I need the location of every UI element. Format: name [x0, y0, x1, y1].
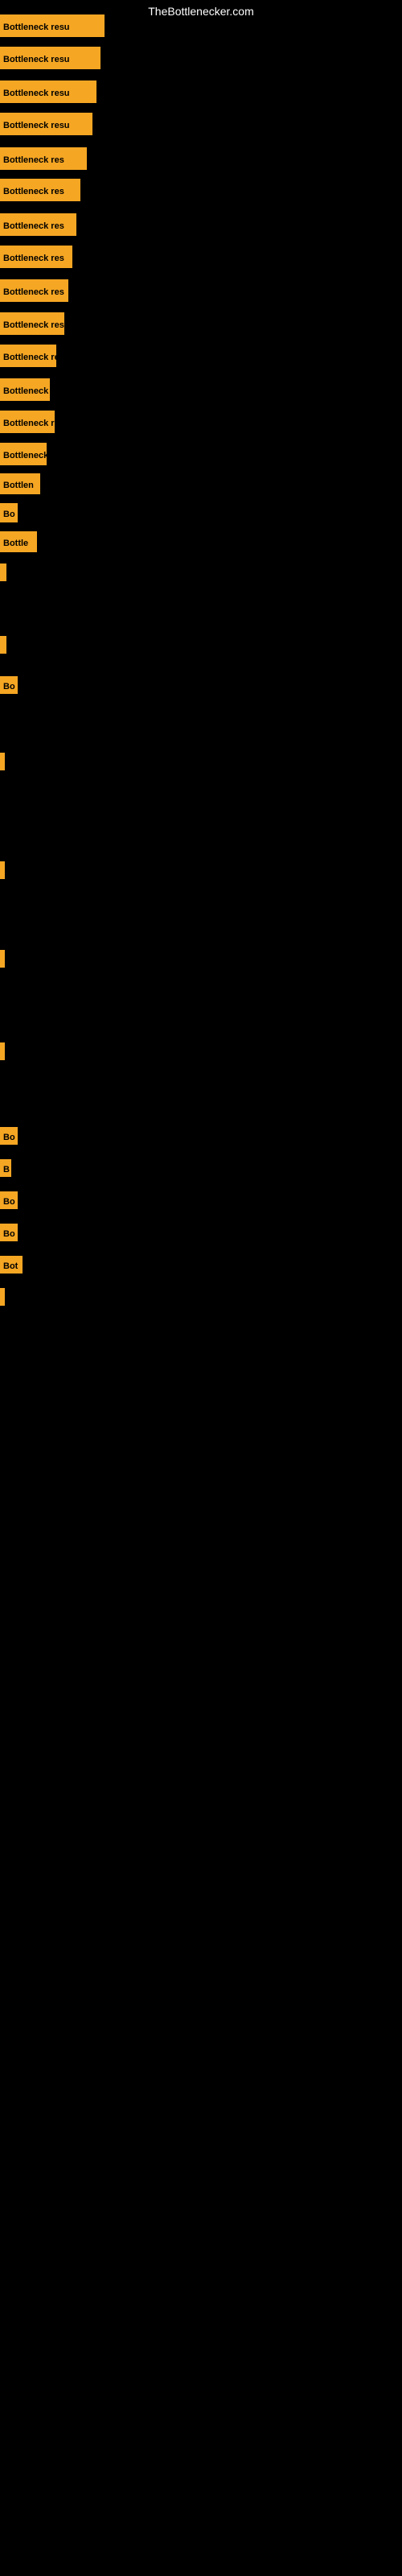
bar-item: Bottleneck resu — [0, 113, 92, 135]
bar-line — [0, 753, 5, 770]
bar-label: Bottleneck res — [0, 312, 64, 335]
bar-item — [0, 1042, 5, 1060]
bar-label: Bottleneck resu — [0, 113, 92, 135]
bar-label: Bottle — [0, 531, 37, 552]
bar-label: Bot — [0, 1256, 23, 1274]
bar-label: Bottleneck res — [0, 179, 80, 201]
bar-item: Bottleneck res — [0, 312, 64, 335]
bar-item: Bottlen — [0, 473, 40, 494]
bar-item: Bo — [0, 1191, 18, 1209]
bar-item: Bo — [0, 676, 18, 694]
bar-label: Bo — [0, 1191, 18, 1209]
bar-item: B — [0, 1159, 11, 1177]
bar-item: Bottleneck res — [0, 147, 87, 170]
bar-label: Bottleneck res — [0, 213, 76, 236]
bar-item — [0, 564, 6, 581]
bar-label: Bottleneck resu — [0, 47, 100, 69]
bar-item: Bottleneck res — [0, 246, 72, 268]
bar-label: Bottleneck resu — [0, 80, 96, 103]
bar-item — [0, 636, 6, 654]
bar-label: B — [0, 1159, 11, 1177]
bar-item: Bo — [0, 503, 18, 522]
bar-item: Bottleneck res — [0, 213, 76, 236]
bar-line — [0, 1288, 5, 1306]
bar-label: Bottlen — [0, 473, 40, 494]
bar-item: Bottleneck re — [0, 411, 55, 433]
bar-label: Bo — [0, 1127, 18, 1145]
bar-item: Bo — [0, 1127, 18, 1145]
bar-item: Bottleneck r — [0, 378, 50, 401]
bar-line — [0, 861, 5, 879]
bar-label: Bottleneck res — [0, 147, 87, 170]
bar-item: Bottleneck resu — [0, 47, 100, 69]
bar-item — [0, 861, 5, 879]
bar-item: Bottleneck res — [0, 279, 68, 302]
bar-item — [0, 1288, 5, 1306]
bar-label: Bottleneck re — [0, 345, 56, 367]
bar-item: Bottleneck r — [0, 443, 47, 465]
bar-label: Bottleneck re — [0, 411, 55, 433]
bar-item — [0, 950, 5, 968]
bar-item: Bot — [0, 1256, 23, 1274]
bar-line — [0, 1042, 5, 1060]
bar-label: Bo — [0, 676, 18, 694]
bar-item: Bottleneck re — [0, 345, 56, 367]
bar-item: Bo — [0, 1224, 18, 1241]
bar-label: Bottleneck resu — [0, 14, 105, 37]
bar-line — [0, 950, 5, 968]
bar-line — [0, 564, 6, 581]
bar-item: Bottleneck resu — [0, 14, 105, 37]
bar-item — [0, 753, 5, 770]
bar-label: Bottleneck res — [0, 246, 72, 268]
bar-line — [0, 636, 6, 654]
bar-label: Bo — [0, 503, 18, 522]
bar-label: Bottleneck r — [0, 378, 50, 401]
bar-item: Bottleneck resu — [0, 80, 96, 103]
bar-label: Bo — [0, 1224, 18, 1241]
bar-label: Bottleneck r — [0, 443, 47, 465]
bar-item: Bottle — [0, 531, 37, 552]
bar-label: Bottleneck res — [0, 279, 68, 302]
bar-item: Bottleneck res — [0, 179, 80, 201]
